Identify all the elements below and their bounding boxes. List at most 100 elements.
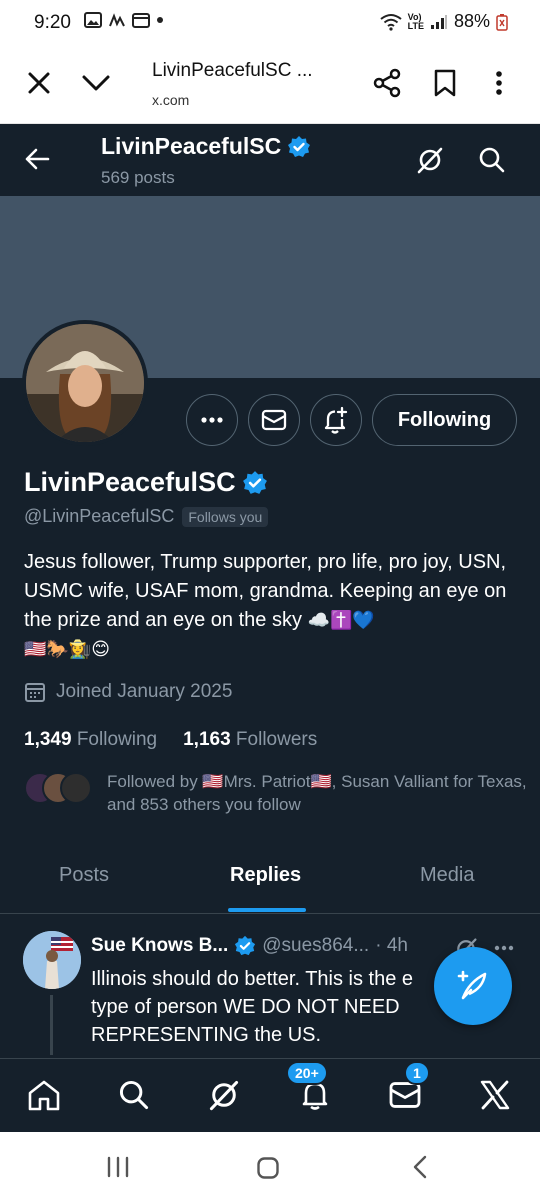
followers-count-label: Followers <box>235 729 318 750</box>
following-button[interactable]: Following <box>372 394 517 446</box>
follows-you-badge: Follows you <box>182 506 269 527</box>
browser-page-title: LivinPeacefulSC ... <box>152 60 313 81</box>
nav-home[interactable] <box>24 1075 64 1115</box>
tweet-avatar-image <box>23 931 81 989</box>
share-button[interactable] <box>372 68 402 98</box>
more-horizontal-icon <box>201 417 223 423</box>
home-icon <box>28 1080 60 1111</box>
chevron-down-button[interactable] <box>80 68 112 98</box>
mutual-avatars <box>24 772 92 806</box>
home-circle-icon <box>257 1157 279 1179</box>
nav-grok[interactable] <box>204 1075 244 1115</box>
profile-avatar[interactable] <box>22 320 148 446</box>
more-horizontal-icon <box>494 945 514 951</box>
bookmark-button[interactable] <box>432 68 458 98</box>
mail-icon <box>389 1082 421 1108</box>
following-count: 1,349 <box>24 729 72 750</box>
mail-icon <box>261 409 287 431</box>
browser-menu-button[interactable] <box>492 68 506 98</box>
back-chevron-icon <box>413 1155 427 1179</box>
wifi-icon <box>380 13 402 31</box>
close-icon <box>28 72 50 94</box>
close-button[interactable] <box>24 68 54 98</box>
tweet-author-handle: @sues864... <box>262 935 370 956</box>
following-count-label: Following <box>76 729 158 750</box>
joined-date: Joined January 2025 <box>56 681 233 702</box>
followers-count-link[interactable]: 1,163 Followers <box>183 729 317 751</box>
handle-row: @LivinPeacefulSC Follows you <box>24 506 269 527</box>
verified-badge-icon <box>235 935 256 956</box>
compose-icon <box>457 970 487 1000</box>
profile-bio: Jesus follower, Trump supporter, pro lif… <box>24 548 519 664</box>
calendar-icon <box>25 683 45 702</box>
signal-wave-icon <box>109 13 125 27</box>
back-button[interactable] <box>24 146 50 172</box>
message-button[interactable] <box>248 394 300 446</box>
tweet-author-avatar[interactable] <box>23 931 81 989</box>
system-navigation-bar <box>0 1132 540 1200</box>
tab-posts[interactable]: Posts <box>59 864 109 887</box>
more-options-button[interactable] <box>186 394 238 446</box>
tweet-text: Illinois should do better. This is the e… <box>91 968 414 1046</box>
profile-handle: @LivinPeacefulSC <box>24 506 175 526</box>
status-bar: 9:20 Vo) LTE 88% <box>0 0 540 46</box>
tweet-header: Sue Knows B... @sues864... · 4h <box>91 935 408 957</box>
verified-badge-icon <box>288 135 311 157</box>
follow-counts: 1,349 Following 1,163 Followers <box>24 729 317 751</box>
cell-signal-icon <box>430 14 447 29</box>
mutual-avatar <box>60 772 92 804</box>
post-count: 569 posts <box>101 168 175 187</box>
profile-tabs: Posts Replies Media <box>0 846 540 914</box>
back-system-button[interactable] <box>410 1154 430 1180</box>
tab-media[interactable]: Media <box>420 864 474 887</box>
search-icon <box>479 147 505 173</box>
recent-apps-icon <box>107 1156 129 1178</box>
back-arrow-icon <box>25 148 50 170</box>
share-icon <box>373 68 401 98</box>
search-button[interactable] <box>478 146 506 174</box>
battery-icon <box>496 13 508 31</box>
grok-button[interactable] <box>416 146 444 174</box>
profile-topbar: LivinPeacefulSC 569 posts <box>0 124 540 196</box>
messages-badge: 1 <box>404 1061 430 1085</box>
thread-line <box>50 995 53 1055</box>
bio-emojis-2: 🇺🇸🐎👩‍🌾😊 <box>24 639 111 659</box>
battery-percent: 88% <box>453 11 490 31</box>
display-name-row: LivinPeacefulSC <box>24 467 268 498</box>
search-icon <box>119 1080 149 1110</box>
bio-text: Jesus follower, Trump supporter, pro lif… <box>24 551 507 631</box>
browser-toolbar: LivinPeacefulSC ... x.com <box>0 46 540 124</box>
followers-count: 1,163 <box>183 729 231 750</box>
tab-replies[interactable]: Replies <box>230 864 301 887</box>
browser-url[interactable]: x.com <box>152 92 189 108</box>
chevron-down-icon <box>82 75 110 91</box>
verified-badge-icon <box>242 470 267 494</box>
recent-apps-button[interactable] <box>106 1156 130 1178</box>
nav-x-premium[interactable] <box>475 1075 515 1115</box>
x-app: LivinPeacefulSC 569 posts Following Livi… <box>0 124 540 1132</box>
tweet-time: · 4h <box>375 935 408 956</box>
bio-emojis-1: ☁️✝️💙 <box>307 610 375 630</box>
calendar-status-icon <box>132 13 150 28</box>
grok-icon <box>417 147 443 174</box>
tweet-author-name[interactable]: Sue Knows B... <box>91 935 228 957</box>
compose-button[interactable] <box>434 947 512 1025</box>
status-notification-icons <box>84 12 164 28</box>
following-count-link[interactable]: 1,349 Following <box>24 729 157 751</box>
dot-icon <box>157 17 163 23</box>
tweet-more-button[interactable] <box>494 945 514 951</box>
bottom-navigation: 20+ 1 <box>0 1058 540 1132</box>
subscribe-notifications-button[interactable] <box>310 394 362 446</box>
header-name: LivinPeacefulSC <box>101 133 282 159</box>
status-right: Vo) LTE 88% <box>380 11 508 32</box>
nav-search[interactable] <box>114 1075 154 1115</box>
volte-icon: Vo) LTE <box>407 11 424 31</box>
notifications-badge: 20+ <box>286 1061 328 1085</box>
grok-icon <box>209 1080 239 1111</box>
followed-by-text: Followed by 🇺🇸Mrs. Patriot🇺🇸, Susan Vall… <box>107 772 527 814</box>
display-name: LivinPeacefulSC <box>24 467 236 497</box>
header-name-row: LivinPeacefulSC <box>101 133 311 160</box>
bookmark-icon <box>434 69 456 97</box>
home-system-button[interactable] <box>256 1156 280 1180</box>
more-vertical-icon <box>496 71 502 95</box>
